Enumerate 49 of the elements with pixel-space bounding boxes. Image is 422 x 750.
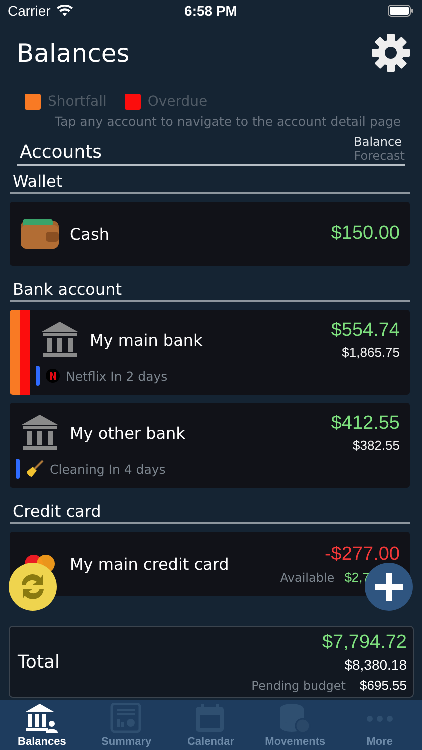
hint-text: Tap any account to navigate to the account detail page xyxy=(55,114,402,129)
balance-amount: $412.55 xyxy=(331,413,400,435)
account-name: My main bank xyxy=(90,330,204,350)
pending-amount: $695.55 xyxy=(360,678,407,692)
bank-icon xyxy=(20,413,60,453)
page-title: Balances xyxy=(17,38,130,68)
wifi-icon xyxy=(56,5,73,17)
netflix-icon xyxy=(46,369,60,383)
section-title: Accounts xyxy=(20,142,102,163)
status-time: 6:58 PM xyxy=(184,3,238,19)
balance-amount: $150.00 xyxy=(331,223,400,245)
reminder-text: Netflix In 2 days xyxy=(66,368,168,384)
account-card[interactable]: My other bank $412.55 $382.55 Cleaning In 4 days xyxy=(10,403,410,488)
forecast-amount: $382.55 xyxy=(353,438,400,453)
account-name: Cash xyxy=(70,224,110,244)
reminder-marker xyxy=(36,366,40,386)
column-label: Forecast xyxy=(354,149,405,163)
reminder-text: Cleaning In 4 days xyxy=(50,462,166,476)
pending-label: Pending budget xyxy=(252,678,346,692)
available-amount: $2,7 xyxy=(344,570,370,584)
balance-amount: -$277.00 xyxy=(324,544,400,566)
total-balance: $7,794.72 xyxy=(322,632,407,654)
bank-person-icon xyxy=(25,703,60,735)
legend-label: Overdue xyxy=(148,94,208,110)
plus-icon xyxy=(374,572,404,602)
available-label: Available xyxy=(280,570,335,584)
account-name: My other bank xyxy=(70,424,186,442)
group-title: Credit card xyxy=(10,496,410,524)
legend-label: Shortfall xyxy=(48,94,107,110)
group-title: Wallet xyxy=(10,166,410,194)
account-card[interactable]: Cash $150.00 xyxy=(10,202,410,266)
column-label: Balance xyxy=(354,135,402,149)
tab-button[interactable]: Balances xyxy=(0,700,84,750)
balance-amount: $554.74 xyxy=(331,320,400,342)
broom-icon xyxy=(26,460,44,478)
bank-icon xyxy=(40,320,80,360)
reminder-marker xyxy=(16,459,20,479)
battery-icon xyxy=(388,5,414,17)
forecast-amount: $1,865.75 xyxy=(342,345,400,360)
account-card[interactable]: My main bank $554.74 $1,865.75 Netflix In 2 days xyxy=(10,310,410,395)
total-forecast: $8,380.18 xyxy=(344,656,407,672)
group-title: Bank account xyxy=(10,274,410,302)
account-name: My main credit card xyxy=(70,554,230,574)
refresh-button[interactable] xyxy=(9,563,57,611)
account-card[interactable]: My main credit card -$277.00 Available $2,7 xyxy=(10,532,410,596)
carrier-label: Carrier xyxy=(8,3,51,19)
wallet-icon xyxy=(20,218,60,250)
total-label: Total xyxy=(18,652,60,672)
settings-button[interactable] xyxy=(372,34,410,72)
